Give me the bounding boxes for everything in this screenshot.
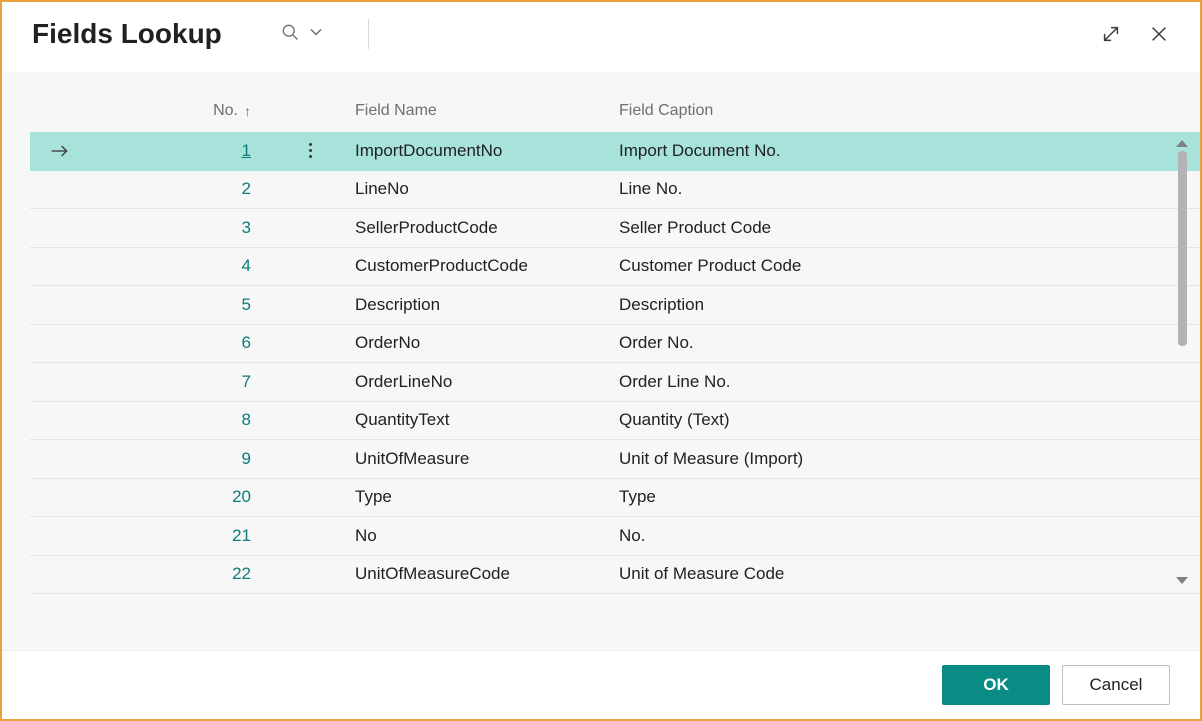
row-actions[interactable] (285, 143, 335, 158)
fields-table: No. ↑ Field Name Field Caption 1 ImportDo… (30, 72, 1200, 650)
cell-caption: Order No. (619, 333, 1200, 353)
cell-no[interactable]: 9 (90, 449, 285, 469)
scroll-thumb[interactable] (1178, 151, 1187, 346)
cell-fieldname: Description (335, 295, 619, 315)
table-row[interactable]: 4 CustomerProductCodeCustomer Product Cod… (30, 248, 1200, 287)
cell-caption: No. (619, 526, 1200, 546)
cell-caption: Customer Product Code (619, 256, 1200, 276)
chevron-down-icon (306, 22, 326, 47)
cell-fieldname: ImportDocumentNo (335, 141, 619, 161)
table-row[interactable]: 21 NoNo. (30, 517, 1200, 556)
scroll-up-icon (1176, 140, 1188, 147)
arrow-right-icon (50, 143, 70, 159)
table-row[interactable]: 9 UnitOfMeasureUnit of Measure (Import) (30, 440, 1200, 479)
close-button[interactable] (1148, 23, 1170, 45)
column-header-fieldcaption[interactable]: Field Caption (619, 102, 1200, 120)
cell-no[interactable]: 21 (90, 526, 285, 546)
cell-fieldname: SellerProductCode (335, 218, 619, 238)
cell-caption: Type (619, 487, 1200, 507)
more-vertical-icon (309, 143, 312, 158)
cell-no[interactable]: 4 (90, 256, 285, 276)
cell-caption: Order Line No. (619, 372, 1200, 392)
cell-no[interactable]: 8 (90, 410, 285, 430)
expand-icon (1100, 23, 1122, 45)
dialog-content: No. ↑ Field Name Field Caption 1 ImportDo… (2, 72, 1200, 650)
cell-no[interactable]: 6 (90, 333, 285, 353)
cell-no[interactable]: 5 (90, 295, 285, 315)
column-header-fieldname[interactable]: Field Name (335, 102, 619, 120)
table-row[interactable]: 8 QuantityTextQuantity (Text) (30, 402, 1200, 441)
cell-no[interactable]: 3 (90, 218, 285, 238)
cell-caption: Unit of Measure Code (619, 564, 1200, 584)
table-row[interactable]: 3 SellerProductCodeSeller Product Code (30, 209, 1200, 248)
cell-no[interactable]: 2 (90, 179, 285, 199)
dialog-title: Fields Lookup (32, 18, 222, 50)
column-header-no[interactable]: No. ↑ (90, 102, 285, 120)
table-row[interactable]: 2 LineNoLine No. (30, 171, 1200, 210)
cell-fieldname: No (335, 526, 619, 546)
dialog-footer: OK Cancel (2, 650, 1200, 719)
cell-fieldname: QuantityText (335, 410, 619, 430)
table-body: 1 ImportDocumentNoImport Document No. 2 Lin… (30, 132, 1200, 594)
table-row[interactable]: 5 DescriptionDescription (30, 286, 1200, 325)
cell-fieldname: CustomerProductCode (335, 256, 619, 276)
search-dropdown[interactable] (280, 22, 326, 47)
cell-fieldname: OrderLineNo (335, 372, 619, 392)
fields-lookup-dialog: Fields Lookup (0, 0, 1202, 721)
cell-fieldname: UnitOfMeasureCode (335, 564, 619, 584)
cell-caption: Description (619, 295, 1200, 315)
cell-caption: Quantity (Text) (619, 410, 1200, 430)
cell-fieldname: OrderNo (335, 333, 619, 353)
table-row[interactable]: 22 UnitOfMeasureCodeUnit of Measure Code (30, 556, 1200, 595)
expand-button[interactable] (1100, 23, 1122, 45)
dialog-header: Fields Lookup (2, 2, 1200, 72)
cell-no[interactable]: 7 (90, 372, 285, 392)
cell-fieldname: Type (335, 487, 619, 507)
search-icon (280, 22, 300, 47)
cell-no[interactable]: 1 (90, 141, 285, 161)
row-indicator (30, 143, 90, 159)
column-header-no-label: No. (213, 102, 238, 120)
cell-fieldname: UnitOfMeasure (335, 449, 619, 469)
vertical-scrollbar[interactable] (1174, 140, 1190, 584)
cell-no[interactable]: 22 (90, 564, 285, 584)
table-row[interactable]: 1 ImportDocumentNoImport Document No. (30, 132, 1200, 171)
cell-caption: Line No. (619, 179, 1200, 199)
table-row[interactable]: 20 TypeType (30, 479, 1200, 518)
header-actions (1100, 23, 1170, 45)
sort-asc-icon: ↑ (244, 103, 251, 119)
cell-no[interactable]: 20 (90, 487, 285, 507)
cell-caption: Unit of Measure (Import) (619, 449, 1200, 469)
cell-caption: Seller Product Code (619, 218, 1200, 238)
table-row[interactable]: 7 OrderLineNoOrder Line No. (30, 363, 1200, 402)
close-icon (1148, 23, 1170, 45)
header-divider (368, 19, 369, 49)
cancel-button[interactable]: Cancel (1062, 665, 1170, 705)
scroll-down-icon (1176, 577, 1188, 584)
cell-fieldname: LineNo (335, 179, 619, 199)
table-header-row: No. ↑ Field Name Field Caption (30, 102, 1200, 132)
cell-caption: Import Document No. (619, 141, 1200, 161)
ok-button[interactable]: OK (942, 665, 1050, 705)
table-row[interactable]: 6 OrderNoOrder No. (30, 325, 1200, 364)
